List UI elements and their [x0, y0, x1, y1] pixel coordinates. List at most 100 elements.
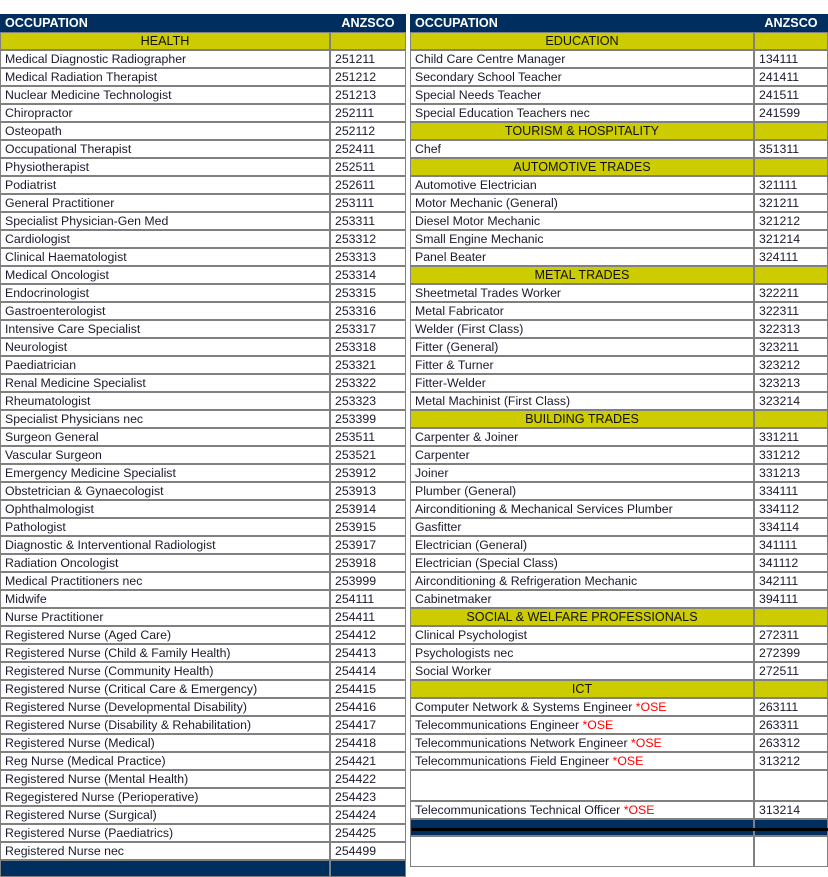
anzsco-code-cell[interactable]: 253912	[330, 464, 406, 482]
anzsco-code-cell[interactable]: 252112	[330, 122, 406, 140]
anzsco-code-cell[interactable]: 394111	[754, 590, 828, 608]
anzsco-code-cell[interactable]: 253914	[330, 500, 406, 518]
occupation-cell[interactable]: Renal Medicine Specialist	[0, 374, 330, 392]
occupation-cell[interactable]: Nurse Practitioner	[0, 608, 330, 626]
anzsco-code-cell[interactable]: 253913	[330, 482, 406, 500]
occupation-cell[interactable]: Telecommunications Engineer *OSE	[410, 716, 754, 734]
anzsco-code-cell[interactable]: 254421	[330, 752, 406, 770]
occupation-cell[interactable]: Obstetrician & Gynaecologist	[0, 482, 330, 500]
anzsco-code-cell[interactable]: 253313	[330, 248, 406, 266]
anzsco-code-cell[interactable]: 323212	[754, 356, 828, 374]
occupation-cell[interactable]: Social Worker	[410, 662, 754, 680]
anzsco-code-cell[interactable]: 253323	[330, 392, 406, 410]
anzsco-code-cell[interactable]: 253318	[330, 338, 406, 356]
anzsco-code-cell[interactable]: 341112	[754, 554, 828, 572]
occupation-cell[interactable]: Paediatrician	[0, 356, 330, 374]
anzsco-code-cell[interactable]: 321211	[754, 194, 828, 212]
occupation-cell[interactable]: Medical Diagnostic Radiographer	[0, 50, 330, 68]
occupation-cell[interactable]: Computer Network & Systems Engineer *OSE	[410, 698, 754, 716]
occupation-cell[interactable]: Nuclear Medicine Technologist	[0, 86, 330, 104]
occupation-cell[interactable]: General Practitioner	[0, 194, 330, 212]
occupation-cell[interactable]: Reg Nurse (Medical Practice)	[0, 752, 330, 770]
occupation-cell[interactable]: Diesel Motor Mechanic	[410, 212, 754, 230]
anzsco-code-cell[interactable]: 251212	[330, 68, 406, 86]
anzsco-code-cell[interactable]: 313214	[754, 801, 828, 819]
anzsco-code-cell[interactable]: 253311	[330, 212, 406, 230]
anzsco-code-cell[interactable]: 321212	[754, 212, 828, 230]
anzsco-code-cell[interactable]: 252111	[330, 104, 406, 122]
occupation-cell[interactable]: Occupational Therapist	[0, 140, 330, 158]
anzsco-code-cell[interactable]: 334111	[754, 482, 828, 500]
occupation-cell[interactable]: Medical Radiation Therapist	[0, 68, 330, 86]
occupation-cell[interactable]: Osteopath	[0, 122, 330, 140]
occupation-cell[interactable]: Registered Nurse (Paediatrics)	[0, 824, 330, 842]
occupation-cell[interactable]: Special Education Teachers nec	[410, 104, 754, 122]
anzsco-code-cell[interactable]: 253312	[330, 230, 406, 248]
occupation-cell[interactable]: Panel Beater	[410, 248, 754, 266]
occupation-cell[interactable]: Registered Nurse (Medical)	[0, 734, 330, 752]
occupation-cell[interactable]: Joiner	[410, 464, 754, 482]
occupation-cell[interactable]: Registered Nurse (Aged Care)	[0, 626, 330, 644]
occupation-cell[interactable]: Motor Mechanic (General)	[410, 194, 754, 212]
anzsco-code-cell[interactable]: 272311	[754, 626, 828, 644]
occupation-cell[interactable]: Automotive Electrician	[410, 176, 754, 194]
anzsco-code-cell[interactable]: 263312	[754, 734, 828, 752]
anzsco-code-cell[interactable]: 334114	[754, 518, 828, 536]
occupation-cell[interactable]: Clinical Psychologist	[410, 626, 754, 644]
anzsco-code-cell[interactable]: 253399	[330, 410, 406, 428]
anzsco-code-cell[interactable]: 324111	[754, 248, 828, 266]
occupation-cell[interactable]: Cardiologist	[0, 230, 330, 248]
anzsco-code-cell[interactable]: 253511	[330, 428, 406, 446]
occupation-cell[interactable]: Secondary School Teacher	[410, 68, 754, 86]
occupation-cell[interactable]: Registered Nurse (Disability & Rehabilit…	[0, 716, 330, 734]
occupation-cell[interactable]: Telecommunications Field Engineer *OSE	[410, 752, 754, 770]
anzsco-code-cell[interactable]: 323211	[754, 338, 828, 356]
anzsco-code-cell[interactable]: 341111	[754, 536, 828, 554]
anzsco-code-cell[interactable]: 253321	[330, 356, 406, 374]
anzsco-code-cell[interactable]: 251211	[330, 50, 406, 68]
occupation-cell[interactable]: Registered Nurse (Community Health)	[0, 662, 330, 680]
anzsco-code-cell[interactable]: 323213	[754, 374, 828, 392]
anzsco-code-cell[interactable]: 331213	[754, 464, 828, 482]
occupation-cell[interactable]: Electrician (Special Class)	[410, 554, 754, 572]
occupation-cell[interactable]: Vascular Surgeon	[0, 446, 330, 464]
occupation-cell[interactable]: Carpenter & Joiner	[410, 428, 754, 446]
anzsco-code-cell[interactable]: 134111	[754, 50, 828, 68]
occupation-cell[interactable]: Radiation Oncologist	[0, 554, 330, 572]
occupation-cell[interactable]: Fitter (General)	[410, 338, 754, 356]
occupation-cell[interactable]: Endocrinologist	[0, 284, 330, 302]
anzsco-code-cell[interactable]: 254413	[330, 644, 406, 662]
anzsco-code-cell[interactable]: 272399	[754, 644, 828, 662]
anzsco-code-cell[interactable]: 254417	[330, 716, 406, 734]
occupation-cell[interactable]: Special Needs Teacher	[410, 86, 754, 104]
occupation-cell[interactable]: Physiotherapist	[0, 158, 330, 176]
anzsco-code-cell[interactable]: 253917	[330, 536, 406, 554]
anzsco-code-cell[interactable]: 321111	[754, 176, 828, 194]
occupation-cell[interactable]: Metal Fabricator	[410, 302, 754, 320]
anzsco-code-cell[interactable]: 252511	[330, 158, 406, 176]
anzsco-code-cell[interactable]: 252611	[330, 176, 406, 194]
occupation-cell[interactable]: Gastroenterologist	[0, 302, 330, 320]
anzsco-code-cell[interactable]: 254425	[330, 824, 406, 842]
anzsco-code-cell[interactable]: 331212	[754, 446, 828, 464]
occupation-cell[interactable]: Fitter & Turner	[410, 356, 754, 374]
occupation-cell[interactable]: Registered Nurse (Surgical)	[0, 806, 330, 824]
occupation-cell[interactable]: Pathologist	[0, 518, 330, 536]
occupation-cell[interactable]: Gasfitter	[410, 518, 754, 536]
occupation-cell[interactable]: Medical Practitioners nec	[0, 572, 330, 590]
anzsco-code-cell[interactable]: 313212	[754, 752, 828, 770]
occupation-cell[interactable]: Medical Oncologist	[0, 266, 330, 284]
occupation-cell[interactable]: Neurologist	[0, 338, 330, 356]
anzsco-code-cell[interactable]: 254111	[330, 590, 406, 608]
anzsco-code-cell[interactable]: 321214	[754, 230, 828, 248]
occupation-cell[interactable]: Intensive Care Specialist	[0, 320, 330, 338]
occupation-cell[interactable]: Emergency Medicine Specialist	[0, 464, 330, 482]
occupation-cell[interactable]: Carpenter	[410, 446, 754, 464]
occupation-cell[interactable]: Surgeon General	[0, 428, 330, 446]
anzsco-code-cell[interactable]: 254418	[330, 734, 406, 752]
anzsco-code-cell[interactable]: 253315	[330, 284, 406, 302]
anzsco-code-cell[interactable]: 334112	[754, 500, 828, 518]
occupation-cell[interactable]: Specialist Physicians nec	[0, 410, 330, 428]
occupation-cell[interactable]: Registered Nurse nec	[0, 842, 330, 860]
anzsco-code-cell[interactable]: 254412	[330, 626, 406, 644]
